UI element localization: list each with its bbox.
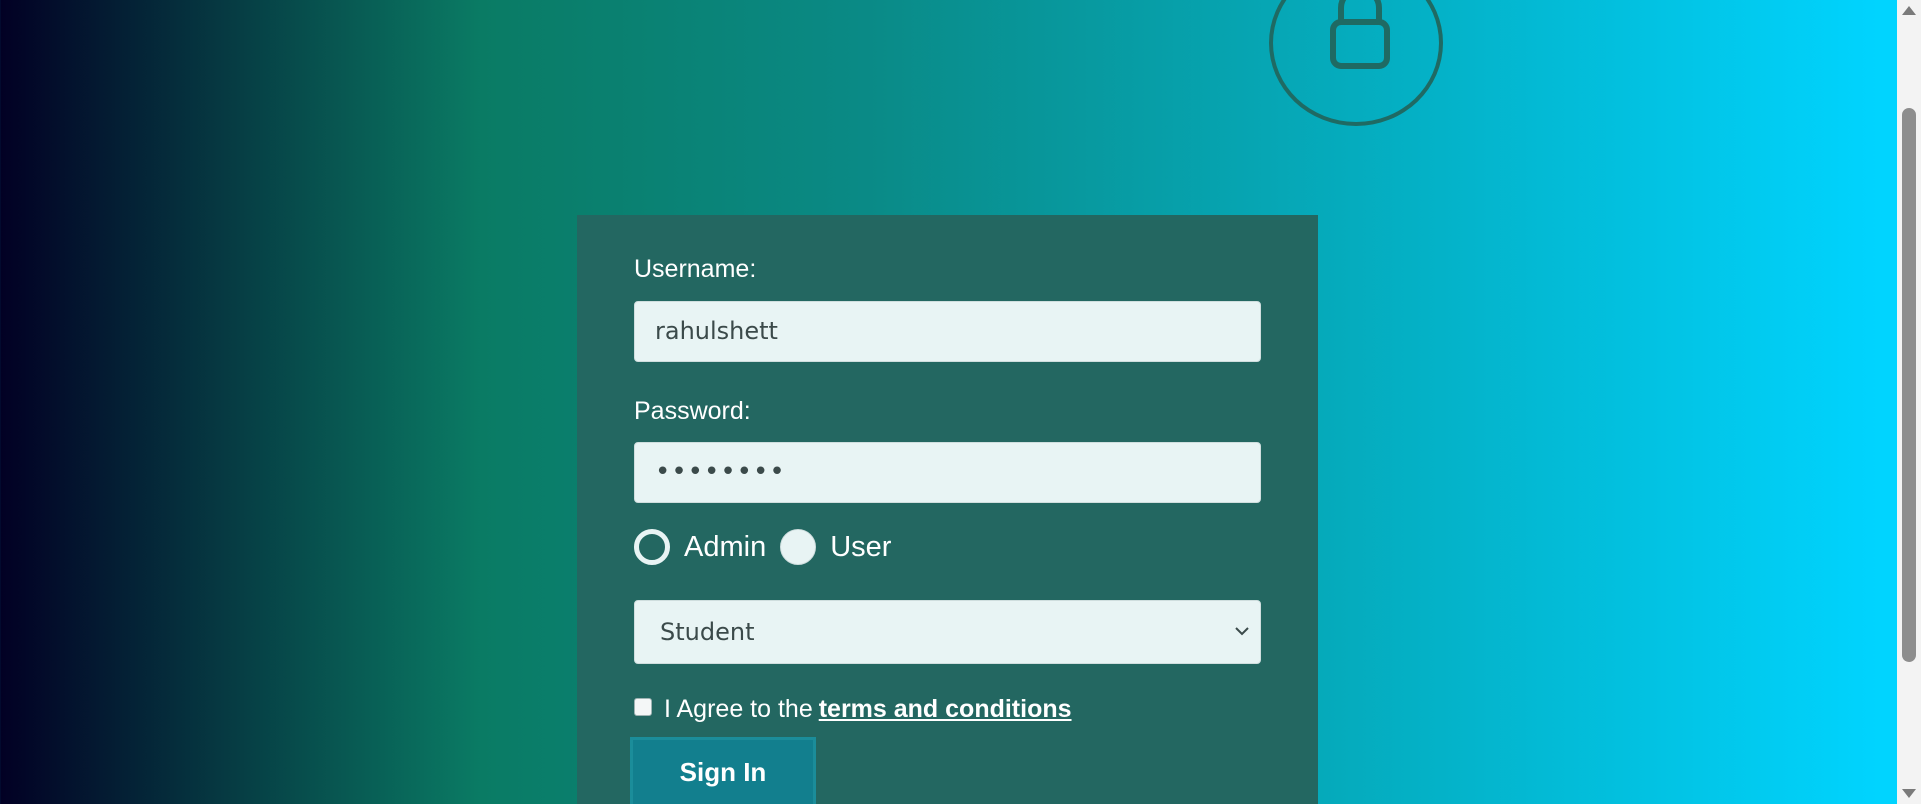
role-radio-group: Admin User: [634, 527, 905, 567]
chevron-down-icon: [1235, 627, 1249, 636]
role-select[interactable]: Student: [634, 600, 1261, 664]
admin-radio[interactable]: [634, 529, 670, 565]
scroll-thumb[interactable]: [1902, 108, 1916, 662]
role-select-value: Student: [660, 618, 755, 646]
terms-agreement: I Agree to the terms and conditions: [634, 695, 1072, 724]
terms-checkbox[interactable]: [634, 697, 652, 716]
user-radio[interactable]: [780, 529, 817, 565]
lock-badge: [1269, 0, 1443, 126]
terms-link[interactable]: terms and conditions: [819, 695, 1072, 724]
password-label: Password:: [634, 397, 751, 425]
login-page: Username: rahulshett Password: •••••••• …: [0, 0, 1897, 804]
admin-radio-label: Admin: [684, 530, 767, 563]
username-label: Username:: [634, 255, 757, 283]
username-field[interactable]: rahulshett: [634, 301, 1261, 362]
scroll-down-arrow-icon[interactable]: [1902, 789, 1916, 798]
agree-text: I Agree to the: [664, 695, 813, 723]
sign-in-button[interactable]: Sign In: [630, 737, 816, 804]
login-card: Username: rahulshett Password: •••••••• …: [577, 215, 1318, 804]
vertical-scrollbar[interactable]: [1897, 0, 1921, 804]
scroll-up-arrow-icon[interactable]: [1902, 6, 1916, 15]
lock-icon: [1330, 0, 1390, 69]
user-radio-label: User: [830, 530, 892, 563]
password-field[interactable]: ••••••••: [634, 442, 1261, 503]
